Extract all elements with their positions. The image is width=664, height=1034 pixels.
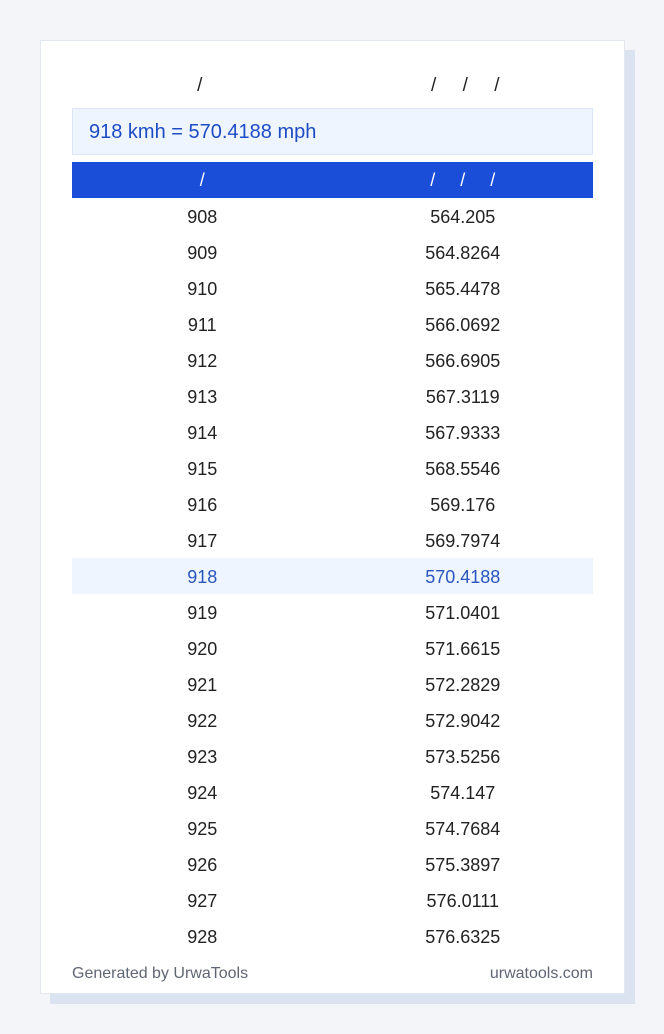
column-header-kmh: / — [199, 170, 205, 190]
table-row: 915 568.5546 — [72, 450, 593, 486]
table-row: 909 564.8264 — [72, 234, 593, 270]
table-row: 920 571.6615 — [72, 630, 593, 666]
kmh-value: 923 — [187, 747, 218, 767]
mph-value: 568.5546 — [425, 459, 501, 479]
table-row: 919 571.0401 — [72, 594, 593, 630]
table-row: 908 564.205 — [72, 198, 593, 234]
mph-value: 564.8264 — [425, 243, 501, 263]
header-right-label: / / / — [430, 75, 500, 96]
footer-site-link[interactable]: urwatools.com — [490, 962, 593, 986]
mph-value: 565.4478 — [425, 279, 501, 299]
kmh-value: 928 — [187, 927, 218, 947]
mph-value: 574.147 — [430, 783, 496, 803]
footer-credit: Generated by UrwaTools — [72, 965, 249, 982]
table-row: 914 567.9333 — [72, 414, 593, 450]
mph-value: 575.3897 — [425, 855, 501, 875]
table-header: / / / / — [72, 162, 593, 198]
kmh-value: 909 — [187, 243, 218, 263]
table-row: 910 565.4478 — [72, 270, 593, 306]
mph-value: 571.6615 — [425, 639, 501, 659]
table-row: 913 567.3119 — [72, 378, 593, 414]
mph-value: 574.7684 — [425, 819, 501, 839]
table-row: 911 566.0692 — [72, 306, 593, 342]
kmh-value: 913 — [187, 387, 218, 407]
kmh-value: 927 — [187, 891, 218, 911]
kmh-value: 914 — [187, 423, 218, 443]
mph-value: 567.3119 — [425, 387, 500, 407]
header-left-label: / — [197, 75, 203, 96]
table-row: 926 575.3897 — [72, 846, 593, 882]
mph-value: 572.2829 — [425, 675, 501, 695]
mph-value: 569.176 — [430, 495, 496, 515]
kmh-value: 924 — [187, 783, 218, 803]
mph-value: 573.5256 — [425, 747, 501, 767]
kmh-value: 926 — [187, 855, 218, 875]
kmh-value: 919 — [187, 603, 218, 623]
table-row: 927 576.0111 — [72, 882, 593, 918]
kmh-value: 911 — [187, 315, 217, 335]
kmh-value: 916 — [187, 495, 218, 515]
kmh-value: 925 — [187, 819, 218, 839]
mph-value: 569.7974 — [425, 531, 501, 551]
table-row-highlighted: 918 570.4188 — [72, 558, 593, 594]
mph-value: 571.0401 — [425, 603, 501, 623]
table-row: 923 573.5256 — [72, 738, 593, 774]
kmh-value: 917 — [187, 531, 218, 551]
mph-value: 576.6325 — [425, 927, 501, 947]
kmh-value: 915 — [187, 459, 218, 479]
table-row: 921 572.2829 — [72, 666, 593, 702]
mph-value: 570.4188 — [425, 567, 501, 587]
kmh-value: 908 — [187, 207, 218, 227]
kmh-value: 920 — [187, 639, 218, 659]
table-row: 925 574.7684 — [72, 810, 593, 846]
kmh-value: 912 — [187, 351, 218, 371]
table-row: 912 566.6905 — [72, 342, 593, 378]
mph-value: 572.9042 — [425, 711, 501, 731]
mph-value: 566.6905 — [425, 351, 501, 371]
table-row: 924 574.147 — [72, 774, 593, 810]
top-header: / / / / — [72, 71, 593, 101]
conversion-table: / / / / 908 564.205 909 564.8264 910 565.4478… — [72, 162, 593, 954]
conversion-card: / / / / 918 kmh = 570.4188 mph / / / / 9… — [40, 40, 625, 994]
table-body: 908 564.205 909 564.8264 910 565.4478 911 566.0… — [72, 198, 593, 954]
mph-value: 567.9333 — [425, 423, 501, 443]
table-row: 928 576.6325 — [72, 918, 593, 954]
column-header-mph: / / / — [430, 170, 496, 190]
table-row: 916 569.176 — [72, 486, 593, 522]
conversion-result: 918 kmh = 570.4188 mph — [72, 108, 593, 155]
kmh-value: 922 — [187, 711, 218, 731]
mph-value: 564.205 — [430, 207, 496, 227]
mph-value: 566.0692 — [425, 315, 501, 335]
kmh-value: 910 — [187, 279, 218, 299]
kmh-value: 918 — [187, 567, 218, 587]
footer: Generated by UrwaTools urwatools.com — [72, 962, 593, 986]
table-row: 922 572.9042 — [72, 702, 593, 738]
table-row: 917 569.7974 — [72, 522, 593, 558]
mph-value: 576.0111 — [426, 891, 499, 911]
kmh-value: 921 — [187, 675, 218, 695]
